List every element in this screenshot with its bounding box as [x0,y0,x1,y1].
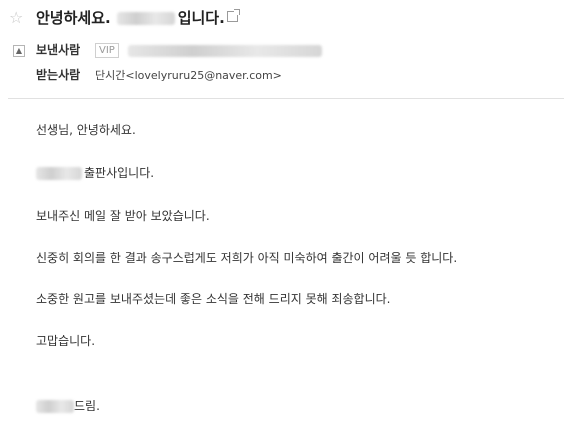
redacted-sender-address [128,45,322,57]
collapse-toggle-icon[interactable]: ▲ [13,45,25,57]
publisher-suffix: 출판사입니다. [84,166,155,180]
redacted-signer-name [36,399,74,413]
signoff-suffix: 드림. [74,399,100,413]
mail-subject: 안녕하세요. 입니다. [36,8,225,28]
popout-icon[interactable] [227,9,240,22]
redacted-name [116,11,175,25]
star-icon[interactable]: ☆ [9,8,23,28]
body-publisher-line: 출판사입니다. [36,165,154,181]
body-paragraph-3: 소중한 원고를 보내주셨는데 좋은 소식을 전해 드리지 못해 죄송합니다. [36,292,391,306]
redacted-publisher-name [36,166,82,180]
subject-prefix: 안녕하세요. [36,9,111,27]
subject-suffix: 입니다. [177,9,225,27]
recipient-label: 받는사람 [36,68,81,82]
body-greeting: 선생님, 안녕하세요. [36,123,136,137]
sender-label: 보낸사람 [36,43,81,57]
body-signoff: 드림. [36,398,100,414]
recipient-address[interactable]: 단시간<lovelyruru25@naver.com> [95,68,282,84]
body-paragraph-2: 신중히 회의를 한 결과 송구스럽게도 저희가 아직 미숙하여 출간이 어려울 … [36,251,458,265]
header-divider [8,98,564,99]
body-paragraph-4: 고맙습니다. [36,334,96,348]
vip-badge: VIP [95,43,119,58]
body-paragraph-1: 보내주신 메일 잘 받아 보았습니다. [36,209,210,223]
